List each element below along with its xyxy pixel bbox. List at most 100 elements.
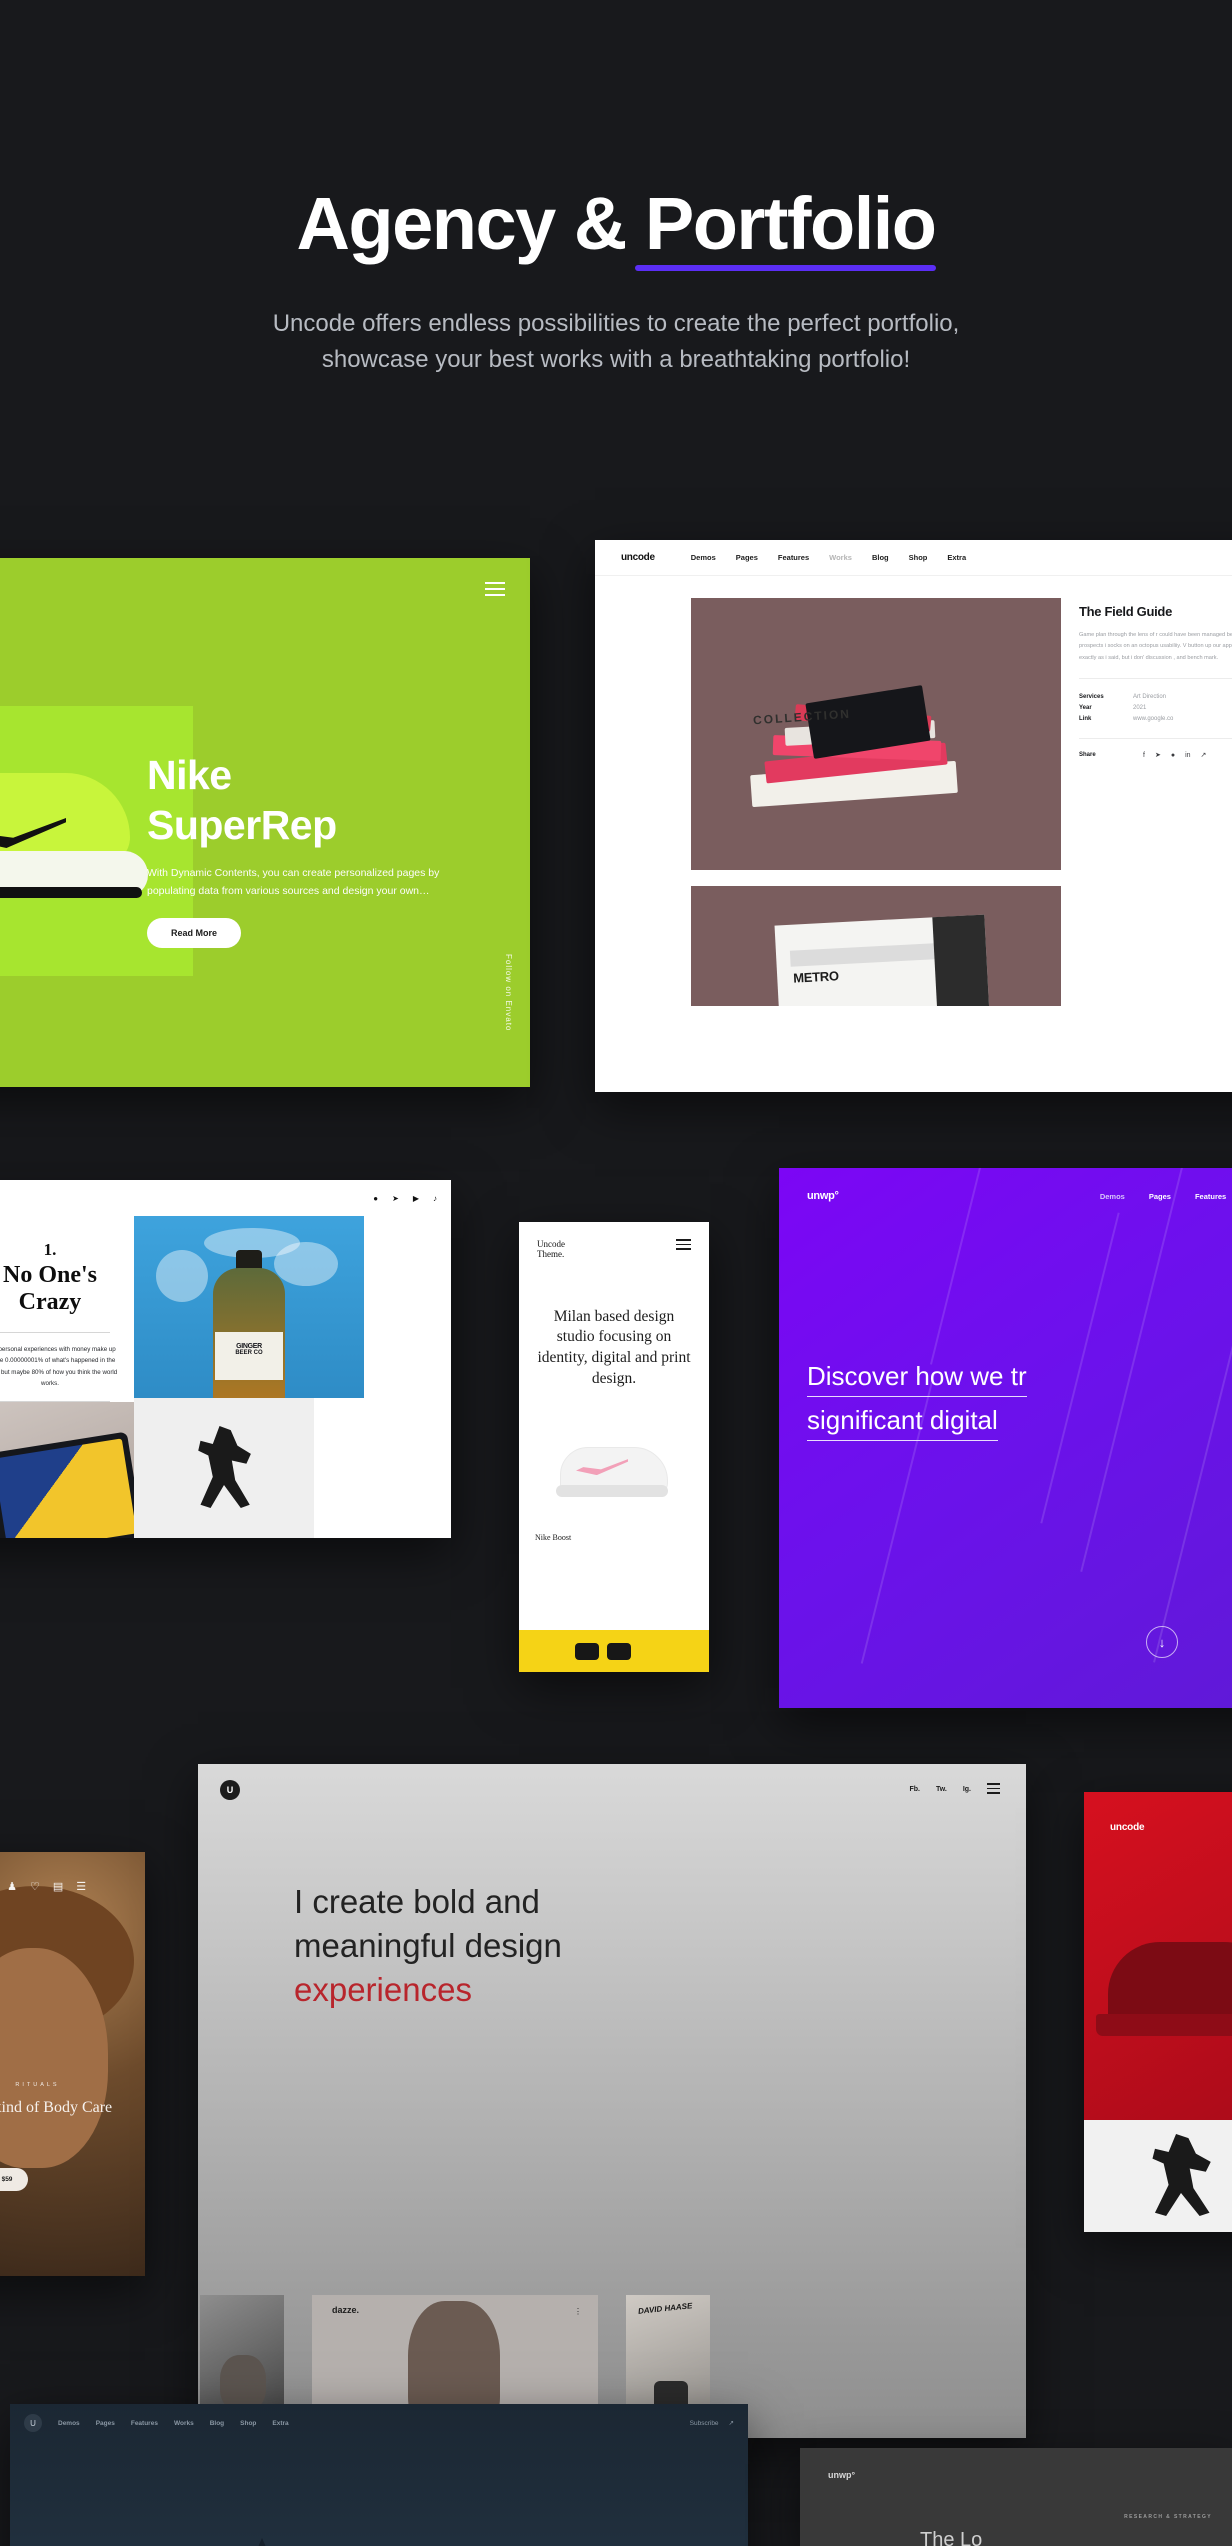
bag-icon[interactable]: ▤ bbox=[53, 1880, 63, 1893]
arrow-down-icon[interactable]: ↓ bbox=[1146, 1626, 1178, 1658]
night-nav-list: Demos Pages Features Works Blog Shop Ext… bbox=[58, 2420, 289, 2427]
share-label: Share bbox=[1079, 752, 1096, 759]
hamburger-icon[interactable] bbox=[485, 582, 505, 600]
unwp-research-demo-card[interactable]: unwp° RESEARCH & STRATEGY The Lo bbox=[800, 2448, 1232, 2546]
user-icon[interactable]: ♟ bbox=[7, 1880, 17, 1893]
uncode-logo[interactable]: uncode bbox=[621, 552, 655, 563]
uncode-theme-mobile-card[interactable]: Uncode Theme. Milan based design studio … bbox=[519, 1222, 709, 1672]
nav-item-blog[interactable]: Blog bbox=[210, 2420, 224, 2427]
bold-navbar: U Fb. Tw. Ig. bbox=[198, 1764, 1026, 1800]
nav-item-shop[interactable]: Shop bbox=[909, 553, 928, 562]
nav-item-tw[interactable]: Tw. bbox=[936, 1786, 947, 1793]
uncode-logo[interactable]: uncode bbox=[1110, 1822, 1145, 1833]
nike-card-title: Nike SuperRep bbox=[147, 750, 477, 851]
shop-icon-row: ⚲ ♟ ♡ ▤ ☰ bbox=[0, 1880, 86, 1893]
quote-title-line-2: Crazy bbox=[18, 1288, 82, 1315]
beauty-headline: new kind of Body Care bbox=[0, 2099, 113, 2116]
share-icon[interactable]: ↗ bbox=[729, 2419, 734, 2427]
meta-key-services: Services bbox=[1079, 693, 1104, 700]
nav-item-shop[interactable]: Shop bbox=[240, 2420, 256, 2427]
nike-superrep-demo-card[interactable]: Nike SuperRep With Dynamic Contents, you… bbox=[0, 558, 530, 1087]
quote-tile: 1. No One's Crazy Your personal experien… bbox=[0, 1216, 134, 1402]
uncode-red-demo-card[interactable]: uncode bbox=[1084, 1792, 1232, 2232]
bold-design-demo-card[interactable]: U Fb. Tw. Ig. I create bold and meaningf… bbox=[198, 1764, 1026, 2438]
twitter-icon[interactable]: ➤ bbox=[392, 1194, 399, 1203]
night-navbar: U Demos Pages Features Works Blog Shop E… bbox=[10, 2404, 748, 2432]
portfolio-showcase-page: Agency & Portfolio Uncode offers endless… bbox=[0, 0, 1232, 2546]
heart-icon[interactable]: ♡ bbox=[30, 1880, 40, 1893]
follow-label[interactable]: Follow on Envato bbox=[504, 954, 513, 1031]
body-care-demo-card[interactable]: ◉ ⚲ ♟ ♡ ▤ ☰ RITUALS new kind of Body Car… bbox=[0, 1852, 145, 2276]
unwp-headline: Discover how we tr significant digital bbox=[807, 1354, 1232, 1442]
project-hero-image: COLLECTION bbox=[691, 598, 1061, 870]
nike-title-line-2: SuperRep bbox=[147, 802, 337, 849]
buy-now-button[interactable]: Buy Now : $59 bbox=[0, 2168, 29, 2191]
tablet-photo bbox=[0, 1401, 134, 1538]
nav-item-features[interactable]: Features bbox=[131, 2420, 158, 2427]
nike-shoe-image bbox=[0, 763, 170, 923]
nav-item-blog[interactable]: Blog bbox=[872, 553, 889, 562]
night-landscape-demo-card[interactable]: U Demos Pages Features Works Blog Shop E… bbox=[10, 2404, 748, 2546]
project-title: The Field Guide bbox=[1079, 604, 1173, 619]
unwp-nav-list: Demos Pages Features Works bbox=[1100, 1192, 1232, 1201]
page-title-part-2: Portfolio bbox=[644, 182, 937, 265]
nav-item-features[interactable]: Features bbox=[778, 553, 809, 562]
david-haase-logo: DAVID HAASE bbox=[637, 2301, 693, 2316]
nav-item-pages[interactable]: Pages bbox=[1149, 1192, 1171, 1201]
nav-item-demos[interactable]: Demos bbox=[691, 553, 716, 562]
research-strategy-tag: RESEARCH & STRATEGY bbox=[1124, 2514, 1212, 2520]
divider bbox=[0, 1331, 110, 1333]
hamburger-icon[interactable] bbox=[676, 1239, 691, 1253]
quote-body: Your personal experiences with money mak… bbox=[0, 1345, 118, 1388]
twitter-icon[interactable]: ➤ bbox=[1155, 751, 1161, 759]
unwp-headline: The Lo bbox=[920, 2529, 983, 2546]
sneaker-product-image bbox=[554, 1421, 674, 1520]
nav-item-pages[interactable]: Pages bbox=[96, 2420, 115, 2427]
nav-item-works[interactable]: Works bbox=[829, 553, 852, 562]
pinterest-icon[interactable]: ● bbox=[1171, 752, 1175, 759]
quote-number: 1. bbox=[43, 1240, 57, 1259]
u-logo-icon[interactable]: U bbox=[220, 1780, 240, 1800]
share-icon[interactable]: ↗ bbox=[1201, 751, 1207, 759]
dazze-logo: dazze. bbox=[332, 2305, 360, 2315]
facebook-icon[interactable]: f bbox=[1143, 752, 1145, 759]
grid-portfolio-demo-card[interactable]: ● ➤ ▶ ♪ 1. No One's Crazy Your personal … bbox=[0, 1180, 451, 1538]
divider bbox=[1079, 738, 1232, 740]
nav-item-ig[interactable]: Ig. bbox=[963, 1786, 971, 1793]
u-logo-icon[interactable]: U bbox=[24, 2414, 42, 2432]
subscribe-link[interactable]: Subscribe bbox=[690, 2420, 719, 2427]
divider bbox=[1079, 678, 1232, 680]
brand-line-2: Theme. bbox=[537, 1249, 565, 1260]
hamburger-icon[interactable] bbox=[987, 1783, 1000, 1796]
hamburger-icon[interactable]: ☰ bbox=[76, 1880, 86, 1893]
hero-subtitle-line-1: Uncode offers endless possibilities to c… bbox=[272, 309, 960, 337]
mountain-shape bbox=[220, 2538, 304, 2546]
nav-item-features[interactable]: Features bbox=[1195, 1192, 1226, 1201]
unwp-logo[interactable]: unwp° bbox=[828, 2470, 855, 2480]
linkedin-icon[interactable]: in bbox=[1185, 752, 1190, 759]
nav-item-works[interactable]: Works bbox=[174, 2420, 194, 2427]
project-second-image: METRO bbox=[691, 886, 1061, 1006]
youtube-icon[interactable]: ▶ bbox=[413, 1194, 419, 1203]
nav-item-demos[interactable]: Demos bbox=[58, 2420, 80, 2427]
unwp-logo[interactable]: unwp° bbox=[807, 1190, 839, 1202]
read-more-button[interactable]: Read More bbox=[147, 917, 242, 948]
sunglasses-image bbox=[575, 1643, 631, 1660]
tiktok-icon[interactable]: ♪ bbox=[433, 1194, 437, 1203]
nav-item-demos[interactable]: Demos bbox=[1100, 1192, 1125, 1201]
uncode-theme-logo[interactable]: Uncode Theme. bbox=[537, 1239, 565, 1260]
nav-item-fb[interactable]: Fb. bbox=[909, 1786, 920, 1793]
nav-item-extra[interactable]: Extra bbox=[947, 553, 966, 562]
meta-value-link[interactable]: www.google.co bbox=[1133, 713, 1173, 724]
unwp-purple-demo-card[interactable]: unwp° Demos Pages Features Works Discove… bbox=[779, 1168, 1232, 1708]
facebook-icon[interactable]: ● bbox=[373, 1194, 378, 1203]
menu-dots-icon[interactable]: ⋮ bbox=[574, 2307, 582, 2316]
uncode-works-demo-card[interactable]: uncode Demos Pages Features Works Blog S… bbox=[595, 540, 1232, 1092]
brand-line-1: Uncode bbox=[537, 1239, 565, 1249]
nav-item-extra[interactable]: Extra bbox=[272, 2420, 288, 2427]
jumpman-photo bbox=[134, 1398, 314, 1538]
page-title-part-1: Agency & bbox=[296, 182, 645, 265]
product-caption: Nike Boost bbox=[535, 1533, 572, 1543]
meta-value-year: 2021 bbox=[1133, 704, 1147, 711]
nav-item-pages[interactable]: Pages bbox=[736, 553, 758, 562]
